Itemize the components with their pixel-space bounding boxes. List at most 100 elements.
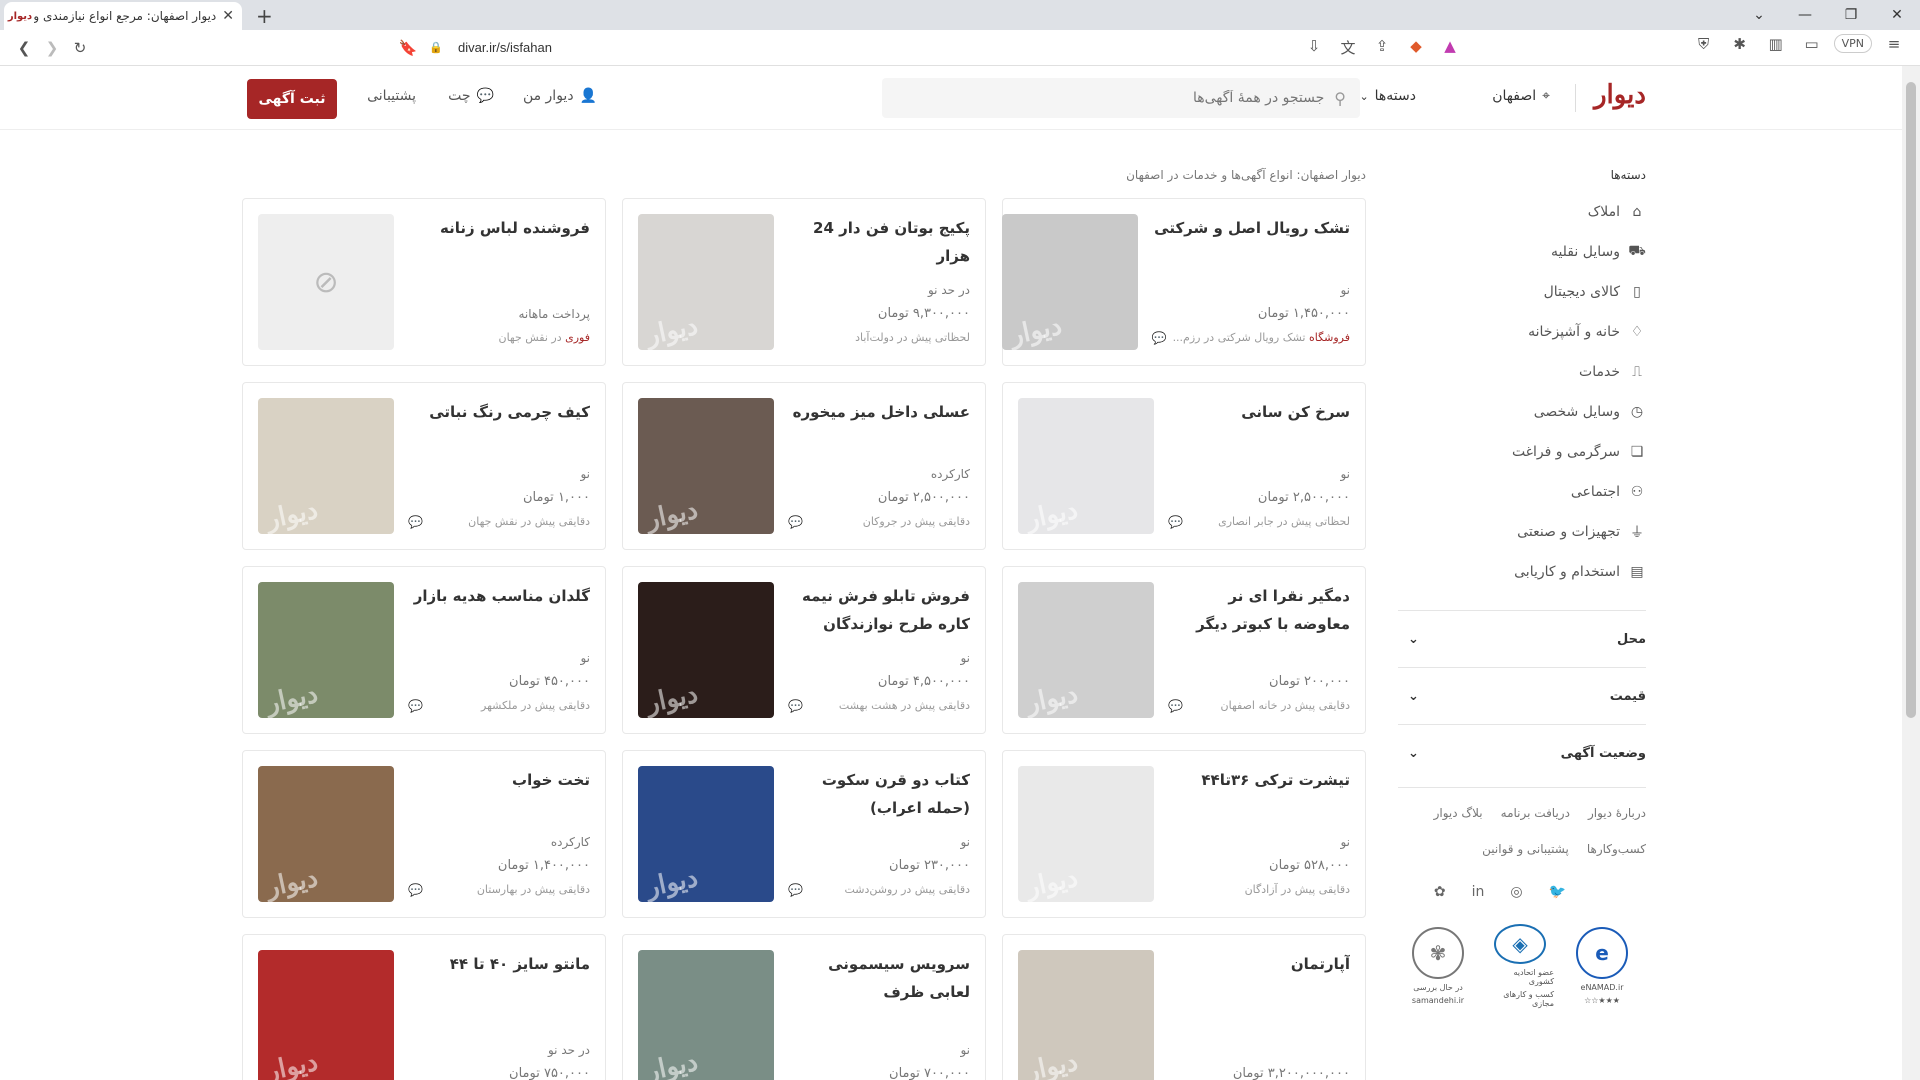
- ad-title[interactable]: کیف چرمی رنگ نباتی: [408, 398, 590, 454]
- search-box[interactable]: ⚲: [882, 78, 1360, 118]
- ad-title[interactable]: سرخ کن سانی: [1168, 398, 1350, 454]
- ad-card[interactable]: عسلی داخل میز میخوره کارکرده ۲,۵۰۰,۰۰۰ توم…: [622, 382, 986, 550]
- sidebar-icon[interactable]: ▥: [1762, 35, 1790, 53]
- reload-icon[interactable]: ↻: [66, 39, 94, 57]
- ad-title[interactable]: تخت خواب: [408, 766, 590, 822]
- trust-badge[interactable]: ✾ در حال بررسی samandehi.ir: [1404, 924, 1472, 1008]
- scrollbar[interactable]: [1902, 66, 1920, 1080]
- search-input[interactable]: [896, 90, 1325, 106]
- twitter-icon[interactable]: 🐦: [1549, 884, 1566, 900]
- ad-thumbnail[interactable]: دیوار: [1018, 950, 1154, 1080]
- ad-title[interactable]: کتاب دو قرن سکوت (حمله اعراب): [788, 766, 970, 822]
- close-window-icon[interactable]: ✕: [1874, 0, 1920, 30]
- shield-icon[interactable]: ⛨: [1690, 35, 1718, 53]
- chat-button[interactable]: 💬 چت: [448, 88, 494, 104]
- ad-thumbnail[interactable]: دیوار: [258, 398, 394, 534]
- ad-thumbnail[interactable]: دیوار: [638, 950, 774, 1080]
- back-icon[interactable]: ❮: [10, 39, 38, 57]
- footer-link[interactable]: دریافت برنامه: [1501, 806, 1570, 820]
- ad-thumbnail[interactable]: دیوار: [1018, 398, 1154, 534]
- ad-title[interactable]: فروشنده لباس زنانه: [408, 214, 590, 270]
- vpn-button[interactable]: VPN: [1833, 34, 1872, 53]
- ad-card[interactable]: فروشنده لباس زنانه پرداخت ماهانه فوری در ن…: [242, 198, 606, 366]
- ad-thumbnail[interactable]: دیوار: [1018, 766, 1154, 902]
- brave-rewards-icon[interactable]: ▲: [1436, 37, 1464, 58]
- ad-title[interactable]: پکیج بوتان فن دار 24 هزار: [788, 214, 970, 270]
- ad-thumbnail[interactable]: دیوار: [1018, 582, 1154, 718]
- url-text[interactable]: divar.ir/s/isfahan: [458, 40, 552, 55]
- logo[interactable]: دیوار: [1594, 80, 1646, 110]
- linkedin-icon[interactable]: in: [1472, 884, 1485, 900]
- ad-thumbnail[interactable]: دیوار: [258, 582, 394, 718]
- ad-title[interactable]: آپارتمان: [1168, 950, 1350, 1006]
- translate-icon[interactable]: 文: [1334, 37, 1362, 58]
- ad-card[interactable]: کیف چرمی رنگ نباتی نو ۱,۰۰۰ تومان دقایقی پی…: [242, 382, 606, 550]
- ad-title[interactable]: مانتو سایز ۴۰ تا ۴۴: [408, 950, 590, 1006]
- sidebar-item[interactable]: ⏚ تجهیزات و صنعتی: [1398, 512, 1646, 552]
- browser-tab[interactable]: دیوار دیوار اصفهان: مرجع انواع نیازمندی …: [4, 2, 242, 30]
- ad-card[interactable]: آپارتمان ۳,۲۰۰,۰۰۰,۰۰۰ تومان دیوار: [1002, 934, 1366, 1080]
- filter-toggle[interactable]: وضعیت آگهی ⌄: [1398, 724, 1646, 781]
- ad-card[interactable]: تخت خواب کارکرده ۱,۴۰۰,۰۰۰ تومان دقایقی پیش…: [242, 750, 606, 918]
- brave-shield-icon[interactable]: ◆: [1402, 37, 1430, 58]
- ad-title[interactable]: عسلی داخل میز میخوره: [788, 398, 970, 454]
- ad-thumbnail[interactable]: دیوار: [1001, 214, 1138, 350]
- wallet-icon[interactable]: ▭: [1798, 35, 1826, 53]
- ad-title[interactable]: فروش تابلو فرش نیمه کاره طرح نوازندگان ا…: [788, 582, 970, 638]
- ad-title[interactable]: گلدان مناسب هدیه بازار: [408, 582, 590, 638]
- footer-link[interactable]: بلاگ دیوار: [1434, 806, 1483, 820]
- ad-card[interactable]: دمگیر نقرا ای نر معاوضه با کبوتر دیگر ۲۰۰…: [1002, 566, 1366, 734]
- sidebar-item[interactable]: ⚇ اجتماعی: [1398, 472, 1646, 512]
- minimize-icon[interactable]: —: [1782, 0, 1828, 30]
- extensions-icon[interactable]: ✱: [1726, 35, 1754, 53]
- footer-link[interactable]: پشتیبانی و قوانین: [1482, 842, 1569, 856]
- ad-thumbnail[interactable]: دیوار: [258, 950, 394, 1080]
- my-divar-button[interactable]: 👤 دیوار من: [523, 88, 597, 104]
- bookmark-icon[interactable]: 🔖: [394, 39, 422, 57]
- ad-card[interactable]: مانتو سایز ۴۰ تا ۴۴ در حد نو ۷۵۰,۰۰۰ تومان…: [242, 934, 606, 1080]
- ad-thumbnail[interactable]: دیوار: [638, 398, 774, 534]
- sidebar-item[interactable]: ♢ خانه و آشپزخانه: [1398, 312, 1646, 352]
- ad-thumbnail[interactable]: دیوار: [638, 582, 774, 718]
- footer-link[interactable]: کسب‌وکارها: [1587, 842, 1646, 856]
- post-ad-button[interactable]: ثبت آگهی: [247, 79, 337, 119]
- sidebar-item[interactable]: ⛟ وسایل نقلیه: [1398, 232, 1646, 272]
- new-tab-icon[interactable]: +: [256, 4, 273, 28]
- city-selector[interactable]: ⌖ اصفهان: [1492, 88, 1550, 104]
- ad-title[interactable]: تیشرت ترکی ۳۶تا۴۴: [1168, 766, 1350, 822]
- forward-icon[interactable]: ❯: [38, 39, 66, 57]
- address-bar[interactable]: 🔖 🔒 divar.ir/s/isfahan ⇩ 文 ⇪ ◆ ▲: [394, 34, 1464, 62]
- chevron-down-icon[interactable]: ⌄: [1736, 0, 1782, 30]
- ad-title[interactable]: دمگیر نقرا ای نر معاوضه با کبوتر دیگر: [1168, 582, 1350, 638]
- ad-card[interactable]: سرخ کن سانی نو ۲,۵۰۰,۰۰۰ تومان لحظاتی پیش د…: [1002, 382, 1366, 550]
- sidebar-item[interactable]: ⌂ املاک: [1398, 192, 1646, 232]
- ad-card[interactable]: سرویس سیسمونی لعابی ظرف نو ۷۰۰,۰۰۰ تومان دی…: [622, 934, 986, 1080]
- filter-toggle[interactable]: قیمت ⌄: [1398, 667, 1646, 724]
- trust-badge[interactable]: ◈ عضو اتحادیه کشوری کسب و کارهای مجازی: [1486, 924, 1554, 1008]
- ad-card[interactable]: کتاب دو قرن سکوت (حمله اعراب) نو ۲۳۰,۰۰۰ ت…: [622, 750, 986, 918]
- restore-icon[interactable]: ❐: [1828, 0, 1874, 30]
- share-icon[interactable]: ⇪: [1368, 37, 1396, 58]
- filter-toggle[interactable]: محل ⌄: [1398, 610, 1646, 667]
- sidebar-item[interactable]: ❏ سرگرمی و فراغت: [1398, 432, 1646, 472]
- ad-card[interactable]: پکیج بوتان فن دار 24 هزار در حد نو ۹,۳۰۰,۰…: [622, 198, 986, 366]
- aparat-icon[interactable]: ✿: [1434, 884, 1446, 900]
- ad-thumbnail[interactable]: دیوار: [638, 766, 774, 902]
- ad-card[interactable]: فروش تابلو فرش نیمه کاره طرح نوازندگان ا…: [622, 566, 986, 734]
- menu-icon[interactable]: ≡: [1880, 35, 1908, 53]
- sidebar-item[interactable]: ▯ کالای دیجیتال: [1398, 272, 1646, 312]
- install-icon[interactable]: ⇩: [1300, 37, 1328, 58]
- trust-badge[interactable]: e eNAMAD.ir ★★★☆☆: [1568, 924, 1636, 1008]
- footer-link[interactable]: دربارهٔ دیوار: [1588, 806, 1646, 820]
- ad-card[interactable]: گلدان مناسب هدیه بازار نو ۴۵۰,۰۰۰ تومان دقا…: [242, 566, 606, 734]
- scroll-thumb[interactable]: [1906, 82, 1916, 718]
- instagram-icon[interactable]: ◎: [1510, 884, 1522, 900]
- sidebar-item[interactable]: ▤ استخدام و کاریابی: [1398, 552, 1646, 592]
- categories-dropdown[interactable]: دسته‌ها ⌄: [1359, 88, 1416, 104]
- ad-thumbnail[interactable]: ⊘: [258, 214, 394, 350]
- ad-title[interactable]: تشک رویال اصل و شرکتی: [1152, 214, 1350, 270]
- ad-thumbnail[interactable]: دیوار: [638, 214, 774, 350]
- sidebar-item[interactable]: ◷ وسایل شخصی: [1398, 392, 1646, 432]
- ad-thumbnail[interactable]: دیوار: [258, 766, 394, 902]
- support-button[interactable]: پشتیبانی: [367, 88, 416, 104]
